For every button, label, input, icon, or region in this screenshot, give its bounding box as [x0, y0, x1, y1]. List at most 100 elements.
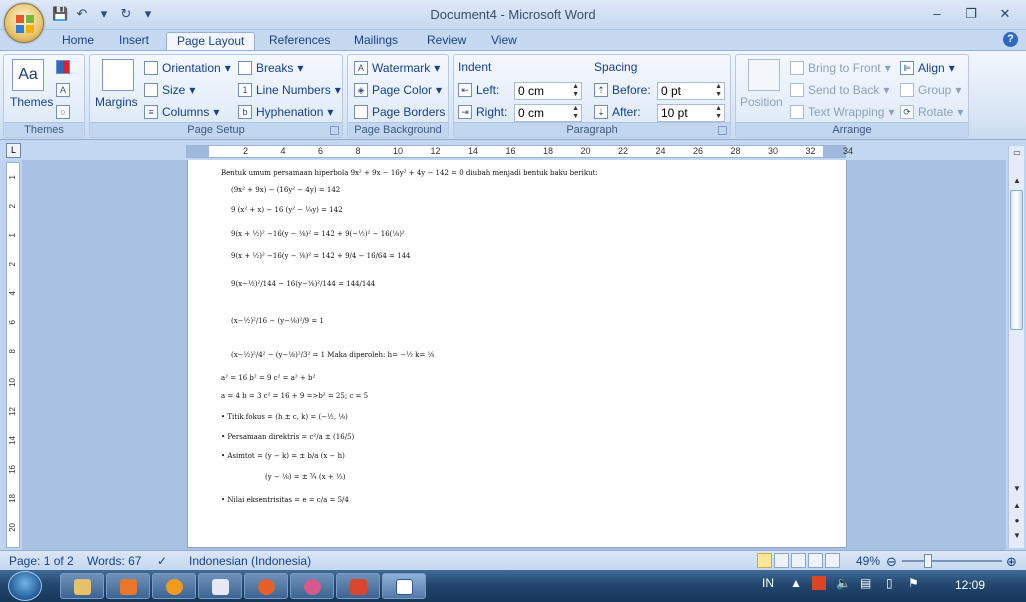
help-icon[interactable]: ?: [1003, 32, 1018, 47]
taskbar-firefox[interactable]: [244, 573, 288, 599]
rotate-button[interactable]: ⟳ Rotate ▾: [900, 105, 963, 119]
language-indicator[interactable]: Indonesian (Indonesia): [189, 554, 311, 568]
full-screen-reading-icon[interactable]: [774, 553, 789, 568]
line-numbers-button[interactable]: 1 Line Numbers ▾: [238, 83, 341, 97]
send-to-back-button[interactable]: Send to Back ▾: [790, 83, 889, 97]
action-center-icon[interactable]: ⚑: [908, 576, 919, 590]
taskbar-app-swirl[interactable]: [290, 573, 334, 599]
taskbar-media-player[interactable]: [106, 573, 150, 599]
taskbar-app-pink[interactable]: [198, 573, 242, 599]
language-bar[interactable]: IN: [762, 576, 774, 590]
page-background-group-label: Page Background: [348, 122, 448, 137]
tab-view[interactable]: View: [481, 32, 527, 51]
page-count[interactable]: Page: 1 of 2: [9, 554, 74, 568]
ruler-tick-label: 4: [280, 146, 286, 156]
scroll-down-icon[interactable]: ▼: [1011, 484, 1023, 493]
indent-left-spinner-icon[interactable]: ▲ ▼: [572, 83, 579, 99]
tab-insert[interactable]: Insert: [109, 32, 159, 51]
spacing-after-input[interactable]: 10 pt ▲ ▼: [657, 104, 725, 122]
arrange-group-label: Arrange: [736, 122, 968, 137]
view-ruler-icon[interactable]: ▭: [1011, 148, 1023, 157]
zoom-level[interactable]: 49%: [856, 554, 880, 568]
volume-icon[interactable]: 🔈: [836, 576, 851, 590]
word-count[interactable]: Words: 67: [87, 554, 141, 568]
theme-fonts-icon[interactable]: A: [56, 83, 70, 97]
zoom-slider[interactable]: [902, 560, 1002, 562]
zoom-slider-thumb[interactable]: [924, 554, 932, 568]
columns-button[interactable]: ≡ Columns ▾: [144, 105, 219, 119]
hyphenation-button[interactable]: b Hyphenation ▾: [238, 105, 333, 119]
minimize-button[interactable]: –: [920, 4, 954, 24]
spacing-after-spinner-icon[interactable]: ▲ ▼: [715, 105, 722, 121]
indent-right-input[interactable]: 0 cm ▲ ▼: [514, 104, 582, 122]
antivirus-icon[interactable]: [812, 576, 826, 590]
theme-effects-icon[interactable]: ○: [56, 105, 70, 119]
vruler-tick-label: 1: [8, 175, 17, 180]
outline-icon[interactable]: [808, 553, 823, 568]
margins-icon[interactable]: [102, 59, 134, 91]
restore-button[interactable]: ❐: [954, 4, 988, 24]
taskbar-app-orange[interactable]: [152, 573, 196, 599]
tab-references[interactable]: References: [259, 32, 340, 51]
doc-line: 9(x + ½)² −16(y − ⅛)² = 142 + 9(−½)² − 1…: [231, 230, 405, 238]
position-icon[interactable]: [748, 59, 780, 91]
tab-page-layout[interactable]: Page Layout: [166, 32, 256, 51]
paragraph-launcher-icon[interactable]: [718, 126, 727, 135]
zoom-in-icon[interactable]: ⊕: [1006, 554, 1017, 570]
themes-icon[interactable]: Aa: [12, 59, 44, 91]
themes-button[interactable]: Themes: [10, 95, 53, 109]
bring-to-front-button[interactable]: Bring to Front ▾: [790, 61, 891, 75]
battery-icon[interactable]: ▯: [886, 576, 893, 590]
start-button[interactable]: [8, 571, 42, 601]
breaks-button[interactable]: Breaks ▾: [238, 61, 303, 75]
orientation-button[interactable]: Orientation ▾: [144, 61, 231, 75]
margins-button[interactable]: Margins: [95, 95, 138, 109]
document-page[interactable]: Bentuk umum persamaan hiperbola 9x² + 9x…: [187, 160, 847, 548]
group-button[interactable]: Group ▾: [900, 83, 961, 97]
office-button[interactable]: [4, 3, 44, 43]
previous-page-icon[interactable]: ▲: [1011, 501, 1023, 510]
doc-line: (y − ⅛) = ± ¾ (x + ½): [265, 473, 346, 481]
scroll-thumb[interactable]: [1010, 190, 1023, 330]
close-button[interactable]: ✕: [988, 4, 1022, 24]
proofing-icon[interactable]: ✓: [157, 554, 167, 568]
web-layout-icon[interactable]: [791, 553, 806, 568]
taskbar-app-red[interactable]: [336, 573, 380, 599]
indent-left-input[interactable]: 0 cm ▲ ▼: [514, 82, 582, 100]
ribbon-tabs: Home Insert Page Layout References Maili…: [0, 30, 1026, 51]
network-icon[interactable]: ▤: [860, 576, 871, 590]
draft-icon[interactable]: [825, 553, 840, 568]
next-page-icon[interactable]: ▼: [1011, 531, 1023, 540]
page-setup-launcher-icon[interactable]: [330, 126, 339, 135]
horizontal-ruler[interactable]: 2 4 6 8 10 12 14 16 18 20 22 24 26 28 30 32 34: [186, 145, 853, 158]
tab-selector-button[interactable]: L: [6, 143, 21, 158]
taskbar-explorer[interactable]: [60, 573, 104, 599]
align-button[interactable]: ⊫ Align ▾: [900, 61, 955, 75]
zoom-out-icon[interactable]: ⊖: [886, 554, 897, 570]
text-wrapping-button[interactable]: Text Wrapping ▾: [790, 105, 895, 119]
clock[interactable]: 12:09: [955, 578, 985, 592]
taskbar-word[interactable]: [382, 573, 426, 599]
tab-mailings[interactable]: Mailings: [344, 32, 408, 51]
tab-home[interactable]: Home: [52, 32, 104, 51]
position-button[interactable]: Position: [740, 95, 783, 109]
tray-expand-icon[interactable]: ▲: [790, 576, 802, 590]
spacing-before-input[interactable]: 0 pt ▲ ▼: [657, 82, 725, 100]
page-color-button[interactable]: ◈ Page Color ▾: [354, 83, 442, 97]
page-borders-button[interactable]: Page Borders: [354, 105, 445, 119]
scroll-up-icon[interactable]: ▲: [1011, 176, 1023, 185]
watermark-button[interactable]: A Watermark ▾: [354, 61, 440, 75]
vertical-ruler[interactable]: 1 2 1 2 4 6 8 10 12 14 16 18 20: [6, 162, 20, 548]
print-layout-icon[interactable]: [757, 553, 772, 568]
vertical-scrollbar[interactable]: ▭ ▲ ▼ ▲ ● ▼: [1008, 146, 1024, 548]
theme-colors-icon[interactable]: [56, 60, 70, 74]
spacing-before-label: ⇡ Before:: [594, 83, 651, 97]
tab-review[interactable]: Review: [417, 32, 476, 51]
vruler-tick-label: 8: [8, 349, 17, 354]
indent-heading: Indent: [458, 60, 492, 74]
spacing-before-spinner-icon[interactable]: ▲ ▼: [715, 83, 722, 99]
select-browse-object-icon[interactable]: ●: [1011, 516, 1023, 525]
send-to-back-label: Send to Back: [808, 83, 880, 97]
size-button[interactable]: Size ▾: [144, 83, 195, 97]
indent-right-spinner-icon[interactable]: ▲ ▼: [572, 105, 579, 121]
